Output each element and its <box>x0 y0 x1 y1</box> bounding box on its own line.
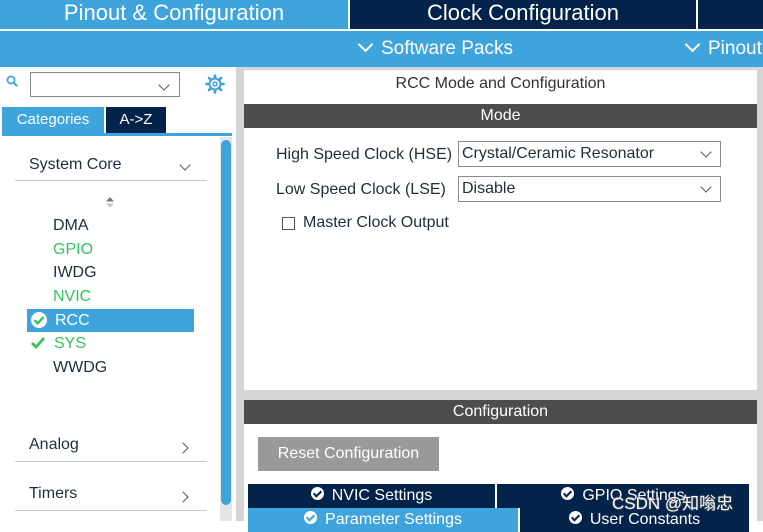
check-circle-icon <box>561 487 575 501</box>
gear-icon[interactable] <box>205 74 225 94</box>
tab-nvic-settings-label: NVIC Settings <box>331 487 433 504</box>
chevron-down-icon <box>357 36 374 53</box>
software-packs-label: Software Packs <box>381 38 513 59</box>
check-circle-icon <box>31 312 47 328</box>
reset-configuration-button[interactable]: Reset Configuration <box>258 437 439 471</box>
watermark: CSDN @知嗡忠 <box>612 494 734 513</box>
tab-a-to-z[interactable]: A->Z <box>106 107 166 133</box>
peripheral-rcc[interactable]: RCC <box>55 311 90 331</box>
top-tab-bar: Pinout & Configuration Clock Configurati… <box>0 0 763 31</box>
chevron-down-icon[interactable] <box>179 156 191 174</box>
peripheral-sys[interactable]: SYS <box>54 334 86 354</box>
tab-parameter-settings-label: Parameter Settings <box>325 511 462 528</box>
chevron-down-icon <box>684 36 701 53</box>
master-clock-output-checkbox[interactable] <box>282 217 295 230</box>
tab-underline <box>2 133 232 136</box>
check-circle-icon <box>568 511 582 525</box>
master-clock-output-label: Master Clock Output <box>303 214 449 231</box>
lse-select[interactable]: Disable <box>458 176 721 202</box>
category-timers[interactable]: Timers <box>29 485 77 503</box>
chevron-right-icon[interactable] <box>177 439 189 457</box>
left-scrollbar-thumb[interactable] <box>221 140 231 505</box>
page-title: RCC Mode and Configuration <box>395 75 606 92</box>
category-system-core[interactable]: System Core <box>29 156 121 174</box>
tab-pinout-configuration[interactable]: Pinout & Configuration <box>0 0 348 29</box>
category-divider <box>15 510 207 511</box>
pinout-menu[interactable]: Pinout <box>684 31 762 67</box>
check-circle-icon <box>310 487 324 501</box>
peripheral-nvic[interactable]: NVIC <box>53 287 91 307</box>
search-icon[interactable] <box>6 75 18 87</box>
check-circle-icon <box>304 511 318 525</box>
chevron-down-icon <box>700 181 712 193</box>
pinout-menu-label: Pinout <box>708 38 762 59</box>
peripheral-dma[interactable]: DMA <box>53 216 89 236</box>
software-packs-menu[interactable]: Software Packs <box>357 31 513 67</box>
peripheral-gpio[interactable]: GPIO <box>53 240 93 260</box>
peripheral-wwdg[interactable]: WWDG <box>53 358 107 378</box>
lse-label: Low Speed Clock (LSE) <box>276 181 446 198</box>
configuration-section-header: Configuration <box>244 400 757 424</box>
sort-icon[interactable] <box>104 195 116 211</box>
chevron-right-icon[interactable] <box>177 488 189 506</box>
mode-section-header: Mode <box>244 104 757 128</box>
category-divider <box>15 461 207 462</box>
search-dropdown-chevron-icon[interactable] <box>158 76 170 94</box>
checkmark-icon <box>31 337 46 350</box>
tab-clock-configuration[interactable]: Clock Configuration <box>350 0 696 29</box>
hse-select-value: Crystal/Ceramic Resonator <box>462 145 655 162</box>
chevron-down-icon <box>700 146 712 158</box>
hse-select[interactable]: Crystal/Ceramic Resonator <box>458 141 721 167</box>
hse-label: High Speed Clock (HSE) <box>276 146 453 163</box>
tab-parameter-settings[interactable]: Parameter Settings <box>248 508 518 532</box>
tab-more[interactable] <box>698 0 763 29</box>
peripheral-iwdg[interactable]: IWDG <box>53 263 97 283</box>
category-analog[interactable]: Analog <box>29 436 79 454</box>
lse-select-value: Disable <box>462 180 516 197</box>
category-divider <box>15 180 207 181</box>
sub-menu-bar: Software Packs Pinout <box>0 31 763 67</box>
tab-categories[interactable]: Categories <box>2 107 104 133</box>
rcc-selected-highlight <box>27 309 194 332</box>
tab-nvic-settings[interactable]: NVIC Settings <box>248 484 495 508</box>
